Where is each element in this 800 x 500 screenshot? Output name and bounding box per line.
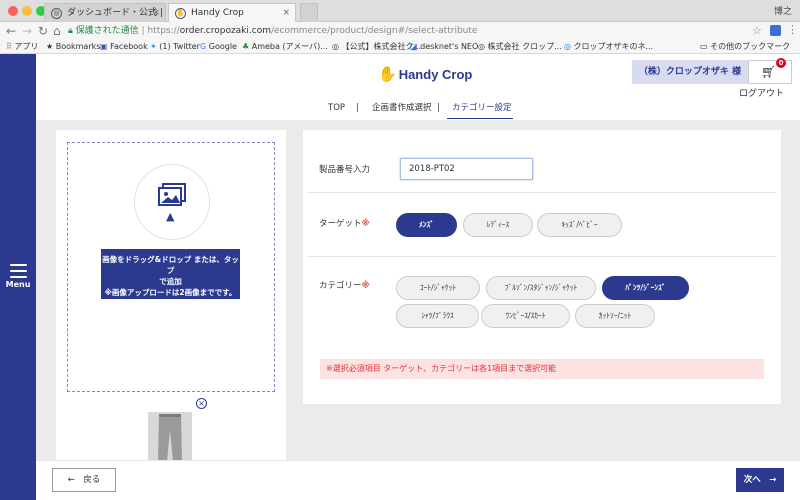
- form-footer: ← 戻る 次へ →: [36, 460, 800, 500]
- uploaded-image-thumbnail[interactable]: [148, 412, 192, 460]
- cart-icon: 🛒︎: [761, 65, 777, 79]
- bookmark-facebook[interactable]: ▣ Facebook: [100, 41, 148, 53]
- minimize-window-button[interactable]: [22, 6, 32, 16]
- bookmark-twitter[interactable]: ✦ (1) Twitter: [150, 41, 200, 53]
- globe-icon: ◎: [564, 42, 571, 51]
- bookmark-ameba[interactable]: ♣ Ameba (アメーバ)...: [242, 41, 328, 53]
- bookmark-desknets[interactable]: ◪ desknet's NEO: [410, 41, 478, 53]
- category-option-onepiece-skirt[interactable]: ﾜﾝﾋﾟｰｽ/ｽｶｰﾄ: [481, 304, 570, 328]
- browser-tab-bar: ◎ ダッシュボード・公式 | 株式会社 × ✋ Handy Crop × 博之: [0, 0, 800, 22]
- lock-icon: 🔒︎: [68, 26, 73, 36]
- nav-separator: |: [437, 103, 440, 113]
- handy-crop-favicon-icon: ✋: [175, 8, 186, 19]
- app-sidebar: Menu: [0, 54, 36, 500]
- image-gallery-icon: [158, 183, 186, 206]
- step-navigation: TOP | 企画書作成選択 | カテゴリー設定: [36, 102, 800, 120]
- selection-notice: ※選択必須項目 ターゲット、カテゴリーは各1項目まで選択可能: [320, 359, 764, 379]
- hand-logo-icon: ✋: [378, 65, 397, 83]
- globe-icon: ◎: [51, 8, 62, 19]
- nav-item-top[interactable]: TOP: [328, 102, 345, 114]
- target-option-mens[interactable]: ﾒﾝｽﾞ: [396, 213, 457, 237]
- close-window-button[interactable]: [8, 6, 18, 16]
- form-divider: [307, 192, 777, 193]
- browser-address-bar: ← → ↻ ⌂ 🔒︎ 保護された通信 | https://order.cropo…: [0, 22, 800, 40]
- folder-icon: ▭: [700, 42, 708, 51]
- category-option-shirt-blouse[interactable]: ｼｬﾂ/ﾌﾞﾗｳｽ: [396, 304, 479, 328]
- hamburger-menu-icon[interactable]: [10, 264, 27, 278]
- attribute-form: 製品番号入力 ターゲット※ ﾒﾝｽﾞ ﾚﾃﾞｨｰｽ ｷｯｽﾞ/ﾍﾞﾋﾞｰ カテゴ…: [303, 130, 781, 404]
- twitter-icon: ✦: [150, 42, 157, 51]
- active-nav-underline: [447, 118, 513, 119]
- bookmark-star-icon[interactable]: ☆: [752, 24, 762, 37]
- close-tab-icon[interactable]: ×: [152, 4, 160, 22]
- browser-user-name[interactable]: 博之: [774, 4, 792, 17]
- url-path: /ecommerce/product/design#/select-attrib…: [270, 26, 478, 36]
- nav-separator: |: [356, 103, 359, 113]
- upload-button[interactable]: ▲: [135, 165, 209, 239]
- product-number-label: 製品番号入力: [319, 165, 371, 175]
- close-tab-icon[interactable]: ×: [282, 4, 290, 22]
- required-mark: ※: [361, 219, 370, 229]
- url-scheme: https://: [147, 26, 180, 36]
- secure-connection-label: 保護された通信: [75, 26, 139, 36]
- forward-arrow-icon[interactable]: →: [22, 23, 32, 39]
- google-icon: G: [200, 42, 207, 51]
- product-number-input[interactable]: [400, 158, 533, 180]
- back-arrow-icon[interactable]: ←: [6, 23, 16, 39]
- upload-arrow-icon: ▲: [166, 210, 175, 223]
- cart-count-badge: 0: [776, 58, 786, 68]
- bookmark-google[interactable]: G Google: [200, 41, 237, 53]
- new-tab-button[interactable]: [300, 3, 318, 22]
- url-field[interactable]: 🔒︎ 保護された通信 | https://order.cropozaki.com…: [68, 23, 768, 39]
- apps-grid-icon: ⠿: [6, 42, 12, 51]
- bookmark-other[interactable]: ▭ その他のブックマーク: [700, 41, 790, 53]
- ameba-icon: ♣: [242, 42, 250, 51]
- form-divider: [307, 256, 777, 257]
- browser-tab-handy-crop[interactable]: ✋ Handy Crop ×: [168, 3, 296, 22]
- category-label: カテゴリー※: [319, 281, 370, 291]
- reload-icon[interactable]: ↻: [38, 23, 48, 39]
- category-option-pants-jeans[interactable]: ﾊﾟﾝﾂ/ｼﾞｰﾝｽﾞ: [602, 276, 689, 300]
- company-name-badge: （株）クロップオザキ 様: [632, 60, 748, 84]
- bookmark-crop-ozaki[interactable]: ◎ クロップオザキのネ...: [564, 41, 653, 53]
- globe-icon: ◎: [332, 42, 339, 51]
- bookmark-apps[interactable]: ⠿ アプリ: [6, 41, 38, 53]
- tab-label: Handy Crop: [191, 8, 244, 18]
- target-option-ladies[interactable]: ﾚﾃﾞｨｰｽ: [463, 213, 533, 237]
- home-icon[interactable]: ⌂: [53, 23, 61, 39]
- required-mark: ※: [361, 281, 370, 291]
- facebook-icon: ▣: [100, 42, 108, 51]
- cart-button[interactable]: 🛒︎ 0: [748, 58, 792, 84]
- globe-icon: ◎: [478, 42, 485, 51]
- bookmark-official-site[interactable]: ◎ 【公式】株式会社ク...: [332, 41, 421, 53]
- browser-menu-icon[interactable]: ⋮: [787, 23, 798, 36]
- target-option-kids-baby[interactable]: ｷｯｽﾞ/ﾍﾞﾋﾞｰ: [537, 213, 622, 237]
- bookmark-crop-company[interactable]: ◎ 株式会社 クロップ...: [478, 41, 562, 53]
- browser-tab-dashboard[interactable]: ◎ ダッシュボード・公式 | 株式会社 ×: [44, 3, 166, 22]
- url-domain: order.cropozaki.com: [179, 26, 271, 36]
- handy-crop-logo[interactable]: ✋ Handy Crop: [378, 64, 472, 84]
- bookmark-bookmarks[interactable]: ★ Bookmarks: [46, 41, 100, 53]
- next-button[interactable]: 次へ →: [736, 468, 784, 492]
- extension-icon[interactable]: [770, 25, 781, 36]
- upload-instructions: 画像をドラッグ&ドロップ または、タップ で追加 ※画像アップロードは2画像まで…: [101, 249, 240, 299]
- app-header: ✋ Handy Crop （株）クロップオザキ 様 🛒︎ 0 ログアウト TOP…: [36, 54, 800, 120]
- desknets-icon: ◪: [410, 42, 418, 51]
- category-option-cutsew-knit[interactable]: ｶｯﾄｿｰ/ﾆｯﾄ: [575, 304, 655, 328]
- bookmarks-bar: ⠿ アプリ ★ Bookmarks ▣ Facebook ✦ (1) Twitt…: [0, 40, 800, 54]
- star-icon: ★: [46, 42, 54, 51]
- back-button[interactable]: ← 戻る: [52, 468, 116, 492]
- menu-label[interactable]: Menu: [0, 280, 36, 289]
- category-option-blouson-jacket[interactable]: ﾌﾞﾙｿﾞﾝ/ｽﾀｼﾞｬﾝ/ｼﾞｬｹｯﾄ: [486, 276, 596, 300]
- tab-label: ダッシュボード・公式 | 株式会社: [67, 8, 165, 18]
- nav-item-category-settings[interactable]: カテゴリー設定: [452, 102, 512, 114]
- target-label: ターゲット※: [319, 219, 370, 229]
- nav-item-plan-selection[interactable]: 企画書作成選択: [372, 102, 432, 114]
- logout-link[interactable]: ログアウト: [739, 86, 784, 99]
- pants-image: [158, 414, 182, 460]
- category-option-coat-jacket[interactable]: ｺｰﾄ/ｼﾞｬｹｯﾄ: [396, 276, 480, 300]
- remove-image-icon[interactable]: ×: [196, 398, 207, 409]
